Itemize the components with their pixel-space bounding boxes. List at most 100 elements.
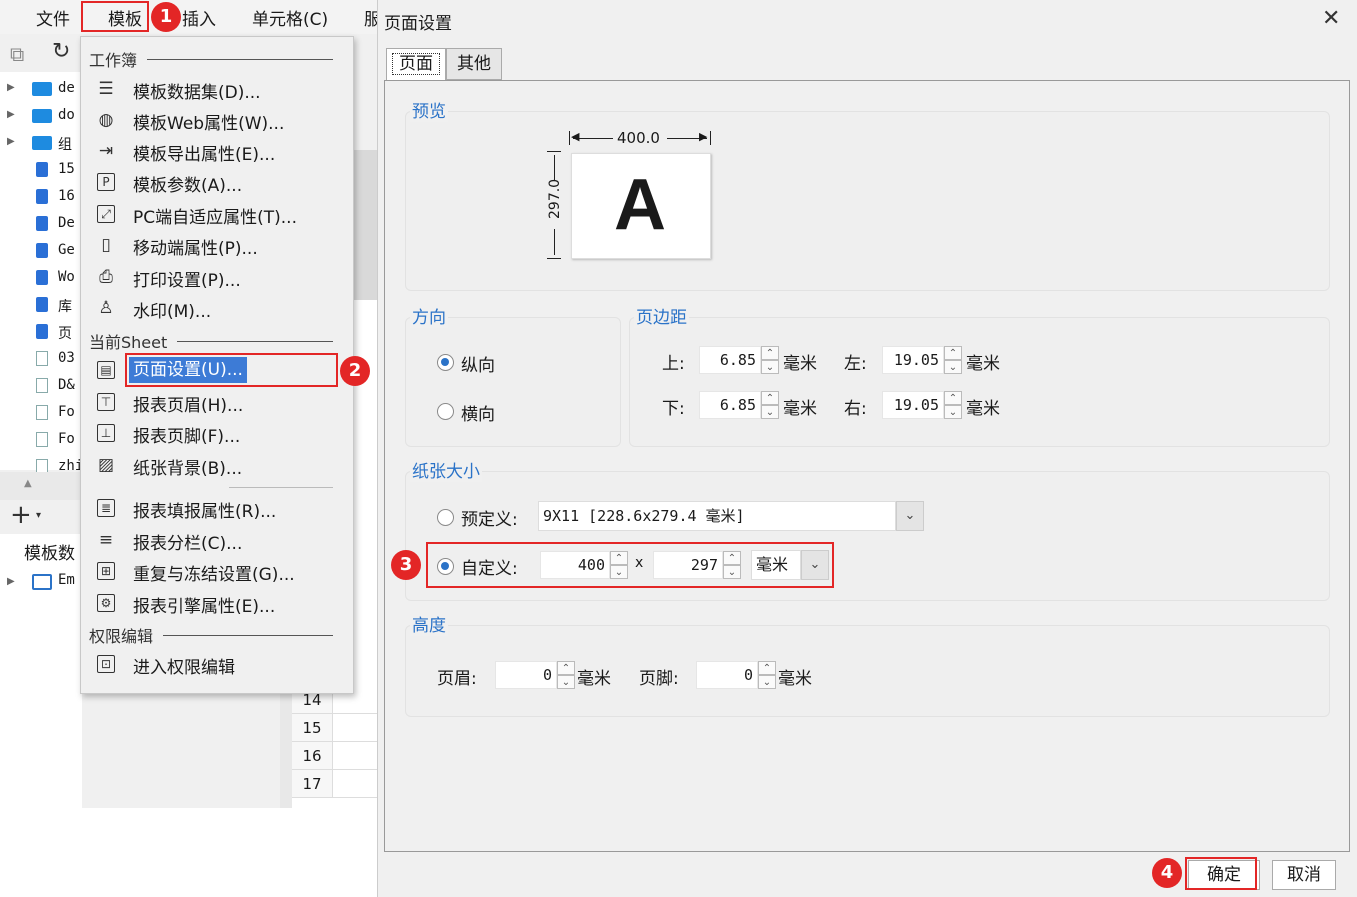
orientation-group: [405, 317, 621, 447]
menu-item-form[interactable]: ≣ 报表填报属性(R)...: [91, 493, 343, 523]
menu-item-export[interactable]: ⇥ 模板导出属性(E)...: [91, 136, 343, 166]
margin-top-stepper[interactable]: ⌃ ⌄: [761, 346, 779, 374]
menu-item-label: 水印(M)...: [133, 302, 212, 322]
tree-item[interactable]: Ge: [0, 238, 82, 265]
tree-item[interactable]: D&: [0, 373, 82, 400]
expand-icon[interactable]: ▶: [7, 109, 15, 120]
expand-icon[interactable]: ▶: [7, 576, 15, 587]
menu-item-columns[interactable]: ≡ 报表分栏(C)...: [91, 525, 343, 555]
tab-other[interactable]: 其他: [446, 48, 502, 80]
folder-icon: [32, 136, 52, 150]
export-icon: ⇥: [98, 141, 114, 161]
tree-item[interactable]: 16: [0, 184, 82, 211]
predefined-label: 预定义:: [461, 510, 518, 530]
menu-overflow[interactable]: 服: [364, 5, 377, 30]
menu-cell[interactable]: 单元格(C): [252, 5, 328, 30]
tree-item[interactable]: Wo: [0, 265, 82, 292]
tab-page-label: 页面: [392, 53, 440, 75]
tree-item-label: 库: [58, 299, 72, 315]
add-icon[interactable]: +: [10, 500, 32, 530]
menu-item-engine[interactable]: ⚙ 报表引擎属性(E)...: [91, 588, 343, 618]
menu-item-globe[interactable]: ◍ 模板Web属性(W)...: [91, 105, 343, 135]
close-icon[interactable]: ✕: [1322, 6, 1340, 31]
menu-item-stamp[interactable]: ♙ 水印(M)...: [91, 293, 343, 323]
grid-cell[interactable]: [332, 714, 377, 742]
margin-right-label: 右:: [844, 399, 867, 419]
menu-item-footer[interactable]: ⊥ 报表页脚(F)...: [91, 418, 343, 448]
tree-item[interactable]: ▶ de: [0, 76, 82, 103]
header-height-stepper[interactable]: ⌃ ⌄: [557, 661, 575, 689]
header-height-input[interactable]: 0: [495, 661, 557, 689]
splitter[interactable]: ▲: [0, 472, 82, 500]
tree-item[interactable]: ▶ 组: [0, 130, 82, 157]
tree-item[interactable]: Fo: [0, 427, 82, 454]
menu-item-printer[interactable]: ⎙ 打印设置(P)...: [91, 262, 343, 292]
grid-cell[interactable]: [332, 742, 377, 770]
tree-item-label: 页: [58, 326, 72, 342]
report-icon: [36, 243, 48, 258]
chevron-down-icon[interactable]: ▾: [36, 510, 41, 521]
folder-icon: [32, 82, 52, 96]
callout-page-setup: [125, 353, 338, 387]
menu-section-permission: 权限编辑: [89, 627, 154, 646]
menu-item-parameter[interactable]: P 模板参数(A)...: [91, 167, 343, 197]
predefined-dropdown-icon[interactable]: ⌄: [896, 501, 924, 531]
document-icon: [36, 432, 48, 447]
row-header[interactable]: 15: [292, 714, 332, 742]
margin-right-input[interactable]: 19.05: [882, 391, 944, 419]
row-header[interactable]: 16: [292, 742, 332, 770]
footer-height-stepper[interactable]: ⌃ ⌄: [758, 661, 776, 689]
collapse-up-icon[interactable]: ▲: [24, 478, 32, 489]
menu-item-label: 进入权限编辑: [133, 658, 235, 678]
tree-item[interactable]: ▶ do: [0, 103, 82, 130]
folder-icon: [32, 109, 52, 123]
footer-height-input[interactable]: 0: [696, 661, 758, 689]
margin-left-input[interactable]: 19.05: [882, 346, 944, 374]
predefined-select[interactable]: 9X11 [228.6x279.4 毫米]: [538, 501, 896, 531]
margin-right-stepper[interactable]: ⌃ ⌄: [944, 391, 962, 419]
tree-item[interactable]: 15: [0, 157, 82, 184]
margin-top-input[interactable]: 6.85: [699, 346, 761, 374]
tree-item-label: 03: [58, 350, 75, 366]
tree-item[interactable]: 03: [0, 346, 82, 373]
cancel-button[interactable]: 取消: [1272, 860, 1336, 890]
tree-item[interactable]: De: [0, 211, 82, 238]
tree-item[interactable]: Fo: [0, 400, 82, 427]
tree-item-label: De: [58, 215, 75, 231]
menu-item-permission[interactable]: ⊡ 进入权限编辑: [91, 649, 343, 679]
callout-badge-1: 1: [151, 2, 181, 32]
margin-bottom-input[interactable]: 6.85: [699, 391, 761, 419]
preview-width-label: 400.0: [617, 129, 660, 147]
menu-item-mobile[interactable]: ▯ 移动端属性(P)...: [91, 230, 343, 260]
paper-size-title: 纸张大小: [410, 457, 482, 482]
row-header[interactable]: 17: [292, 770, 332, 798]
landscape-radio[interactable]: [437, 403, 454, 420]
menu-item-freeze[interactable]: ⊞ 重复与冻结设置(G)...: [91, 556, 343, 586]
preview-group: [405, 111, 1330, 291]
template-tree: ▶ de ▶ do ▶ 组 15 16 De Ge Wo 库页 03 D& Fo Fo zhi: [0, 72, 83, 474]
portrait-radio[interactable]: [437, 354, 454, 371]
menu-section-workbook: 工作簿: [89, 51, 138, 70]
dataset-item[interactable]: Em: [58, 572, 75, 588]
expand-icon[interactable]: ▶: [7, 82, 15, 93]
tree-item[interactable]: 页: [0, 319, 82, 346]
expand-icon[interactable]: ▶: [7, 136, 15, 147]
refresh-icon[interactable]: ↻: [52, 39, 70, 64]
height-title: 高度: [410, 611, 448, 636]
tree-item[interactable]: 库: [0, 292, 82, 319]
tab-page[interactable]: 页面: [386, 48, 446, 80]
grid-cell[interactable]: [332, 770, 377, 798]
callout-badge-2: 2: [340, 356, 370, 386]
margin-left-stepper[interactable]: ⌃ ⌄: [944, 346, 962, 374]
menu-item-database[interactable]: ☰ 模板数据集(D)...: [91, 74, 343, 104]
tree-item-label: Fo: [58, 431, 75, 447]
menu-file[interactable]: 文件: [36, 5, 70, 30]
menu-item-resize[interactable]: ⤢ PC端自适应属性(T)...: [91, 199, 343, 229]
menu-item-header[interactable]: ⊤ 报表页眉(H)...: [91, 387, 343, 417]
tab-other-label: 其他: [457, 54, 491, 74]
predefined-radio[interactable]: [437, 509, 454, 526]
new-folder-icon[interactable]: ⧉: [10, 42, 24, 66]
menu-insert[interactable]: 插入: [182, 5, 216, 30]
margin-bottom-stepper[interactable]: ⌃ ⌄: [761, 391, 779, 419]
menu-item-picture[interactable]: ▨ 纸张背景(B)...: [91, 450, 343, 480]
